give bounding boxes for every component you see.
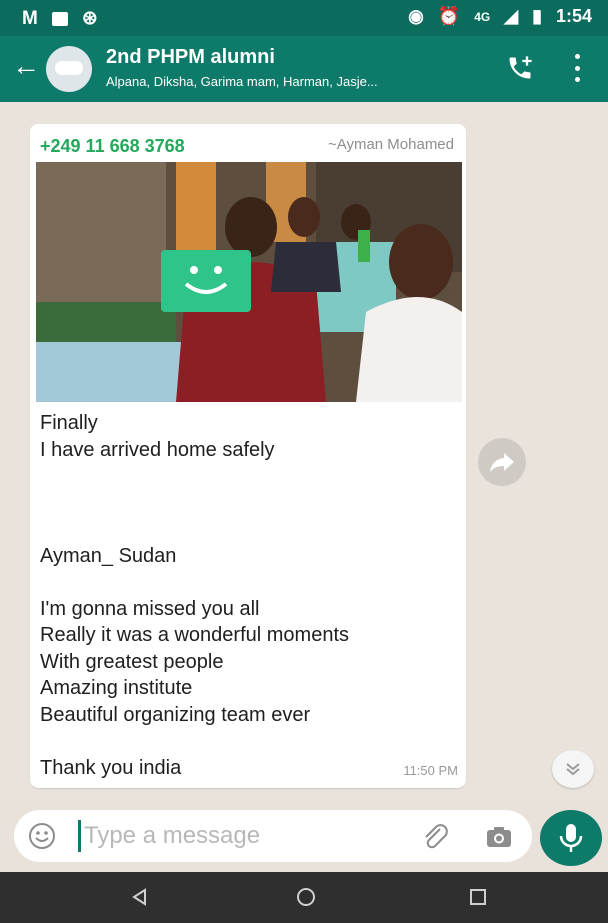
hotspot-icon: ◉: [408, 6, 424, 26]
sender-name: ~Ayman Mohamed: [327, 136, 454, 153]
mic-icon[interactable]: [540, 810, 602, 866]
status-bar: M ⊛ ◉ ⏰ 4G ◢ ▮ 1:54: [0, 0, 608, 36]
message-input[interactable]: [84, 820, 404, 852]
message-bubble[interactable]: +249 11 668 3768 ~Ayman Mohamed Finally …: [30, 124, 466, 788]
forward-icon[interactable]: [478, 438, 526, 486]
sender-number[interactable]: +249 11 668 3768: [40, 136, 185, 157]
status-time: 1:54: [555, 6, 592, 26]
photo-content: [36, 162, 462, 402]
camera-icon[interactable]: [484, 822, 514, 852]
text-caret: [78, 820, 81, 852]
app-notification-icon: ⊛: [81, 8, 98, 29]
group-avatar[interactable]: [46, 46, 92, 92]
message-composer: [14, 810, 532, 862]
gmail-notification-icon: M: [22, 7, 38, 29]
message-time: 11:50 PM: [403, 763, 458, 778]
nav-home-icon[interactable]: [296, 887, 316, 907]
alarm-icon: ⏰: [437, 6, 461, 26]
scroll-down-icon[interactable]: [552, 750, 594, 788]
nav-recents-icon[interactable]: [468, 887, 488, 907]
add-call-icon[interactable]: [506, 54, 534, 82]
battery-icon: ▮: [532, 6, 542, 26]
message-photo[interactable]: [36, 162, 462, 402]
image-notification-icon: [51, 11, 68, 26]
chat-participants[interactable]: Alpana, Diksha, Garima mam, Harman, Jasj…: [106, 74, 486, 89]
back-arrow-icon[interactable]: ←: [12, 52, 40, 80]
system-nav-bar: [0, 872, 608, 923]
signal-icon: ◢: [504, 6, 519, 26]
attach-icon[interactable]: [420, 822, 450, 852]
chat-area[interactable]: +249 11 668 3768 ~Ayman Mohamed Finally …: [0, 102, 608, 802]
chat-title[interactable]: 2nd PHPM alumni: [106, 46, 275, 69]
chat-header: ← 2nd PHPM alumni Alpana, Diksha, Garima…: [0, 36, 608, 102]
nav-back-icon[interactable]: [130, 887, 150, 907]
network-type: 4G: [474, 9, 491, 24]
emoji-icon[interactable]: [28, 822, 56, 850]
message-text[interactable]: Finally I have arrived home safely Ayman…: [40, 410, 458, 781]
more-vert-icon[interactable]: [574, 54, 580, 82]
